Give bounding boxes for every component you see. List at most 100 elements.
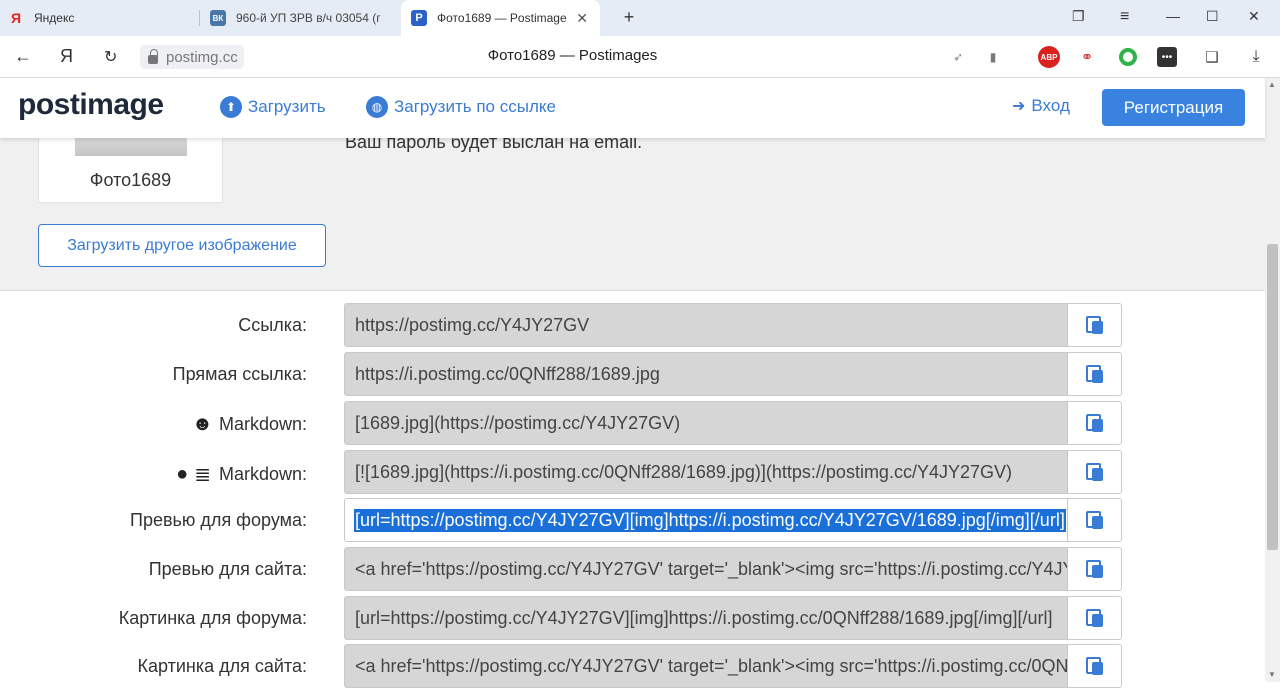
copy-icon — [1085, 657, 1104, 675]
green-circle-icon[interactable] — [1118, 47, 1138, 67]
link-row: Картинка для форума: [url=https://postim… — [0, 596, 1265, 640]
link-value: <a href='https://postimg.cc/Y4JY27GV' ta… — [355, 656, 1068, 676]
register-button[interactable]: Регистрация — [1102, 89, 1245, 126]
adblock-icon[interactable]: ABP — [1038, 46, 1060, 68]
link-value: <a href='https://postimg.cc/Y4JY27GV' ta… — [355, 559, 1067, 579]
copy-icon — [1085, 316, 1104, 334]
copy-icon — [1085, 365, 1104, 383]
login-label: Вход — [1031, 96, 1070, 115]
row-label: ● ≣ Markdown: — [176, 462, 307, 487]
thumbnail-image[interactable] — [75, 138, 187, 156]
link-value: https://postimg.cc/Y4JY27GV — [355, 315, 590, 335]
row-label: Превью для сайта: — [148, 559, 307, 579]
direct-link-field[interactable]: https://i.postimg.cc/0QNff288/1689.jpg — [344, 352, 1068, 396]
close-tab-icon[interactable]: ✕ — [576, 10, 588, 27]
link-value: [![1689.jpg](https://i.postimg.cc/0QNff2… — [355, 462, 1012, 482]
stackoverflow-icon: ≣ — [194, 464, 211, 486]
link-row: Превью для сайта: <a href='https://posti… — [0, 547, 1265, 591]
close-window-icon[interactable]: ✕ — [1248, 8, 1260, 25]
postimage-icon: P — [411, 10, 427, 26]
upload-link[interactable]: ⬆ Загрузить — [220, 96, 326, 118]
tab-label: Яндекс — [34, 11, 75, 25]
globe-icon: ◍ — [366, 96, 388, 118]
upload-result-panel: Фото1689 Ваш пароль будет выслан на emai… — [0, 132, 1265, 291]
row-label: Превью для форума: — [130, 510, 307, 530]
tabs-menu-icon[interactable]: ❐ — [1072, 8, 1085, 25]
tab-separator — [199, 10, 200, 26]
copy-button[interactable] — [1068, 644, 1122, 688]
link-value: [1689.jpg](https://postimg.cc/Y4JY27GV) — [355, 413, 681, 433]
link-row: Картинка для сайта: <a href='https://pos… — [0, 644, 1265, 688]
row-label-text: Markdown: — [218, 464, 307, 484]
github-icon: ● — [176, 463, 189, 485]
scroll-up-icon[interactable]: ▲ — [1268, 80, 1276, 89]
copy-icon — [1085, 511, 1104, 529]
copy-button[interactable] — [1068, 547, 1122, 591]
tab-yandex[interactable]: Я Яндекс — [8, 0, 198, 36]
clipboard-icon[interactable]: ❏ — [1202, 47, 1222, 67]
link-value: https://i.postimg.cc/0QNff288/1689.jpg — [355, 364, 660, 384]
browser-tab-bar: Я Яндекс ВК 960-й УП ЗРВ в/ч 03054 (г P … — [0, 0, 1280, 36]
link-value: [url=https://postimg.cc/Y4JY27GV][img]ht… — [355, 608, 1053, 628]
menu-icon[interactable]: ≡ — [1120, 8, 1129, 26]
tab-label: 960-й УП ЗРВ в/ч 03054 (г — [236, 11, 381, 25]
copy-button[interactable] — [1068, 401, 1122, 445]
tab-vk[interactable]: ВК 960-й УП ЗРВ в/ч 03054 (г — [210, 0, 390, 36]
markdown-github-field[interactable]: [![1689.jpg](https://i.postimg.cc/0QNff2… — [344, 450, 1068, 494]
maximize-icon[interactable]: ☐ — [1206, 8, 1219, 25]
site-preview-field[interactable]: <a href='https://postimg.cc/Y4JY27GV' ta… — [344, 547, 1068, 591]
reddit-icon: ☻ — [191, 413, 213, 435]
link-value-selected: [url=https://postimg.cc/Y4JY27GV][img]ht… — [354, 509, 1066, 532]
site-image-field[interactable]: <a href='https://postimg.cc/Y4JY27GV' ta… — [344, 644, 1068, 688]
markdown-reddit-field[interactable]: [1689.jpg](https://postimg.cc/Y4JY27GV) — [344, 401, 1068, 445]
upload-by-link[interactable]: ◍ Загрузить по ссылке — [366, 96, 556, 118]
scroll-down-icon[interactable]: ▼ — [1268, 670, 1276, 679]
upload-by-link-label: Загрузить по ссылке — [394, 97, 556, 116]
tab-label: Фото1689 — Postimage — [437, 11, 567, 25]
row-label: Прямая ссылка: — [172, 364, 307, 384]
bicycle-icon[interactable]: ⚭ — [1077, 47, 1097, 67]
forum-image-field[interactable]: [url=https://postimg.cc/Y4JY27GV][img]ht… — [344, 596, 1068, 640]
copy-icon — [1085, 463, 1104, 481]
scrollbar-thumb[interactable] — [1267, 244, 1278, 550]
row-label: Ссылка: — [238, 315, 307, 335]
upload-label: Загрузить — [248, 97, 326, 116]
copy-button[interactable] — [1068, 352, 1122, 396]
minimize-icon[interactable]: — — [1166, 8, 1180, 24]
row-label: ☻ Markdown: — [192, 413, 307, 436]
address-bar: ← Я ↻ postimg.cc Фото1689 — Postimages ➶… — [0, 36, 1280, 78]
tab-postimage[interactable]: P Фото1689 — Postimage ✕ — [401, 0, 600, 36]
site-header: postimage ⬆ Загрузить ◍ Загрузить по ссы… — [0, 78, 1265, 138]
postimage-logo[interactable]: postimage — [18, 88, 164, 122]
row-label: Картинка для сайта: — [137, 656, 307, 676]
upload-another-button[interactable]: Загрузить другое изображение — [38, 224, 326, 267]
dots-extension-icon[interactable]: ••• — [1157, 47, 1177, 67]
copy-button[interactable] — [1068, 498, 1122, 542]
link-row: Ссылка: https://postimg.cc/Y4JY27GV — [0, 303, 1265, 347]
thumbnail-name: Фото1689 — [89, 170, 172, 190]
download-icon[interactable]: ⤓ — [1246, 47, 1266, 67]
link-row: Прямая ссылка: https://i.postimg.cc/0QNf… — [0, 352, 1265, 396]
cloud-upload-icon: ⬆ — [220, 96, 242, 118]
vk-icon: ВК — [210, 10, 226, 26]
row-label-text: Markdown: — [218, 414, 307, 434]
copy-button[interactable] — [1068, 596, 1122, 640]
copy-button[interactable] — [1068, 450, 1122, 494]
link-row: Превью для форума: [url=https://postimg.… — [0, 498, 1265, 542]
new-tab-button[interactable]: + — [618, 7, 640, 29]
copy-button[interactable] — [1068, 303, 1122, 347]
yandex-icon: Я — [10, 10, 22, 26]
bookmark-icon[interactable]: ▮ — [983, 47, 1003, 67]
sign-in-icon: ➜ — [1012, 98, 1026, 115]
forum-preview-field[interactable]: [url=https://postimg.cc/Y4JY27GV][img]ht… — [344, 498, 1068, 542]
copy-icon — [1085, 414, 1104, 432]
page-title: Фото1689 — Postimages — [487, 47, 658, 64]
login-link[interactable]: ➜ Вход — [1012, 96, 1070, 116]
row-label: Картинка для форума: — [118, 608, 307, 628]
thumbnail-card[interactable]: Фото1689 — [38, 138, 223, 203]
link-row: ● ≣ Markdown: [![1689.jpg](https://i.pos… — [0, 450, 1265, 494]
link-field[interactable]: https://postimg.cc/Y4JY27GV — [344, 303, 1068, 347]
link-row: ☻ Markdown: [1689.jpg](https://postimg.c… — [0, 401, 1265, 445]
rocket-icon[interactable]: ➶ — [948, 47, 968, 67]
copy-icon — [1085, 609, 1104, 627]
